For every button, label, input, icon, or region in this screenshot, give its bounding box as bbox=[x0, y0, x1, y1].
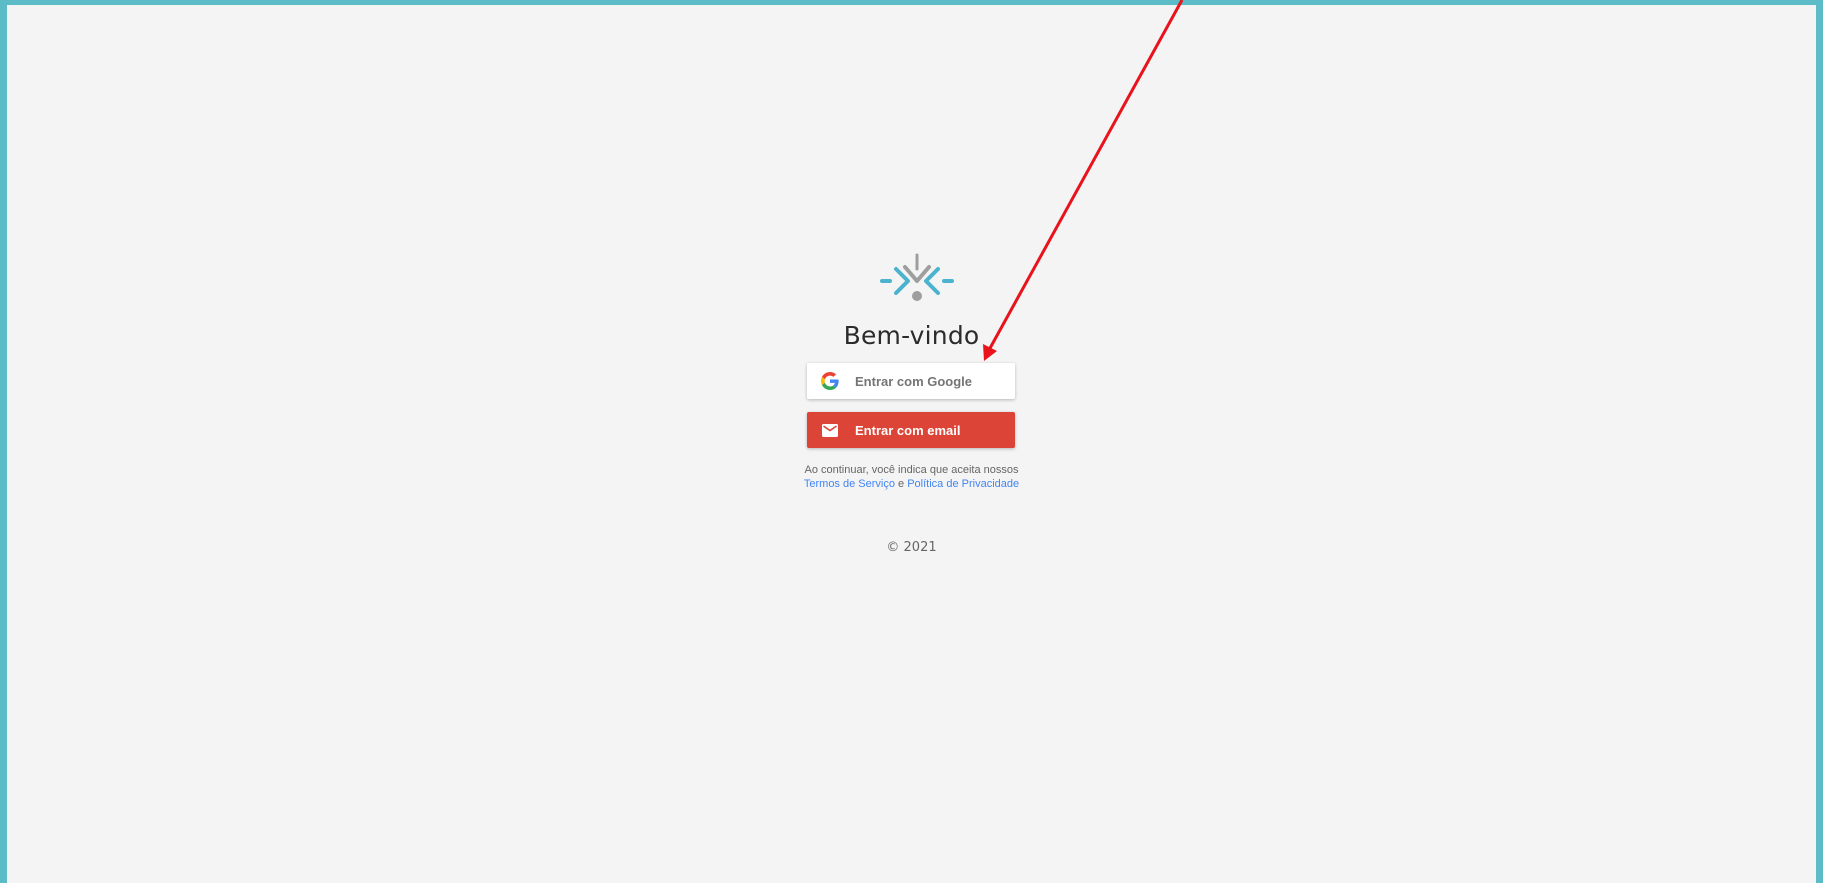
copyright-text: © 2021 bbox=[886, 540, 937, 555]
login-panel: Bem-vindo Entrar com Google Entrar com e… bbox=[7, 5, 1816, 883]
sign-in-email-button[interactable]: Entrar com email bbox=[807, 412, 1015, 448]
legal-links-line: Termos de Serviço e Política de Privacid… bbox=[7, 477, 1816, 491]
privacy-policy-link[interactable]: Política de Privacidade bbox=[907, 478, 1019, 490]
legal-connector: e bbox=[898, 478, 905, 490]
sign-in-email-label: Entrar com email bbox=[855, 422, 961, 438]
legal-prefix: Ao continuar, você indica que aceita nos… bbox=[804, 464, 1019, 476]
page-frame: Bem-vindo Entrar com Google Entrar com e… bbox=[7, 5, 1816, 883]
sign-in-google-button[interactable]: Entrar com Google bbox=[807, 363, 1015, 399]
terms-of-service-link[interactable]: Termos de Serviço bbox=[804, 478, 895, 490]
envelope-icon bbox=[821, 421, 839, 439]
sign-in-google-label: Entrar com Google bbox=[855, 373, 973, 389]
legal-notice: Ao continuar, você indica que aceita nos… bbox=[7, 463, 1816, 491]
app-logo-icon bbox=[880, 253, 954, 311]
welcome-title: Bem-vindo bbox=[843, 321, 980, 350]
google-g-icon bbox=[821, 372, 839, 390]
